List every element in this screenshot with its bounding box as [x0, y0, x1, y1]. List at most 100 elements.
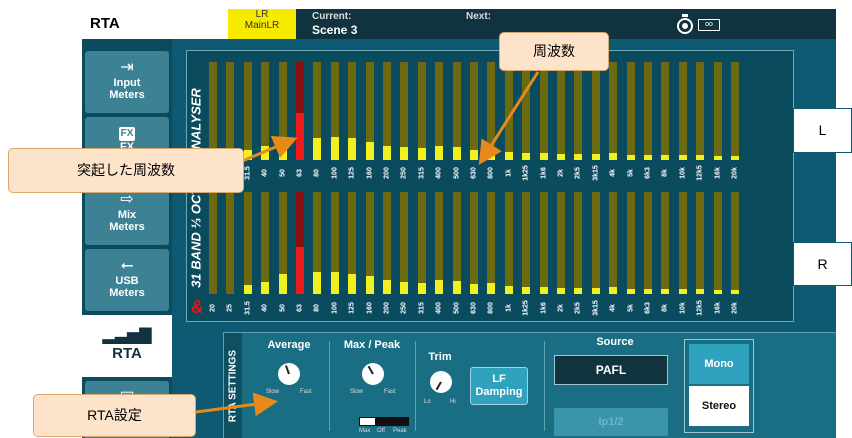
left-meter-level-80 [313, 138, 321, 160]
left-meter-80 [313, 62, 321, 160]
sidebar-item-label: Meters [109, 221, 145, 233]
stereo-button[interactable]: Stereo [689, 386, 749, 426]
right-meter-400 [435, 192, 443, 294]
bus-select-button[interactable]: LR MainLR [228, 9, 296, 39]
right-meter-100 [331, 192, 339, 294]
left-meter-level-16k [714, 156, 722, 160]
peak-frequency-annotation: 突起した周波数 [8, 148, 244, 193]
source-select[interactable]: PAFL [554, 355, 668, 385]
left-meter-25 [226, 62, 234, 160]
left-meter-6k3 [644, 62, 652, 160]
left-meter-level-400 [435, 146, 443, 160]
right-band-label-4k: 4k [609, 304, 617, 312]
switch-max-label: Max [359, 428, 371, 434]
left-meter-level-1k6 [540, 153, 548, 160]
sidebar-item-label: USB [115, 275, 139, 287]
right-meter-25 [226, 192, 234, 294]
battery-icon: oo [698, 19, 720, 31]
trim-hi-label: Hi [450, 399, 456, 405]
left-meter-level-1k25 [522, 153, 530, 160]
right-band-label-250: 250 [400, 302, 408, 314]
left-meter-level-50 [279, 140, 287, 160]
average-slow-label: Slow [266, 389, 280, 395]
right-meter-630 [470, 192, 478, 294]
sidebar-item-rta[interactable]: ▂▃▅▇ RTA [82, 315, 172, 377]
left-band-label-2k5: 2k5 [574, 167, 582, 179]
right-meter-20 [209, 192, 217, 294]
left-meter-125 [348, 62, 356, 160]
right-meter-level-8k [661, 288, 669, 294]
source-sub-button[interactable]: Ip1/2 [554, 408, 668, 436]
right-meter-level-20k [731, 289, 739, 294]
user-lock-icon[interactable] [676, 14, 694, 34]
right-meter-4k [609, 192, 617, 294]
max-off-peak-switch[interactable] [359, 417, 409, 426]
left-meter-500 [453, 62, 461, 160]
right-meter-20k [731, 192, 739, 294]
right-meter-level-2k [557, 287, 565, 294]
right-band-label-25: 25 [226, 304, 234, 312]
bus-line2: MainLR [244, 20, 280, 31]
mix-meters-icon: ⇨ [120, 191, 134, 208]
left-meter-400 [435, 62, 443, 160]
fx-icon: FX [119, 127, 135, 141]
sidebar-item-input-meters[interactable]: ⇥ Input Meters [85, 51, 169, 113]
max-peak-knob[interactable] [362, 363, 384, 385]
right-meter-level-100 [331, 271, 339, 294]
right-meter-level-1k25 [522, 286, 530, 294]
mixer-app: RTA LR MainLR Current: Scene 3 Next: oo … [82, 9, 836, 438]
input-meters-icon: ⇥ [120, 59, 134, 76]
right-meter-2k [557, 192, 565, 294]
next-scene-label: Next: [466, 11, 492, 22]
left-channel-note: L [793, 108, 852, 153]
right-meter-level-250 [400, 281, 408, 294]
left-meter-level-12k5 [696, 155, 704, 160]
trim-knob[interactable] [430, 371, 452, 393]
left-band-label-12k5: 12k5 [696, 165, 704, 181]
left-meter-20k [731, 62, 739, 160]
left-meter-1k6 [540, 62, 548, 160]
sidebar-item-usb-meters[interactable]: ⭠ USB Meters [85, 249, 169, 311]
right-meter-level-5k [627, 288, 635, 294]
left-meter-200 [383, 62, 391, 160]
left-meter-level-2k5 [574, 154, 582, 160]
left-band-label-800: 800 [487, 167, 495, 179]
left-meter-level-100 [331, 137, 339, 160]
left-meter-3k15 [592, 62, 600, 160]
right-meter-10k [679, 192, 687, 294]
left-meter-4k [609, 62, 617, 160]
rta-icon: ▂▃▅▇ [102, 327, 152, 344]
right-meter-level-16k [714, 289, 722, 294]
right-meter-2k5 [574, 192, 582, 294]
right-band-label-12k5: 12k5 [696, 300, 704, 316]
current-scene-label: Current: [312, 11, 352, 22]
left-meter-63 [296, 62, 304, 160]
left-meter-level-31.5 [244, 150, 252, 160]
right-meter-level-3k15 [592, 287, 600, 294]
rta-settings-annotation: RTA設定 [33, 394, 196, 437]
left-meter-5k [627, 62, 635, 160]
left-meter-level-8k [661, 155, 669, 160]
right-meter-level-80 [313, 271, 321, 294]
settings-divider [415, 341, 416, 431]
screen-title-box: RTA [82, 9, 228, 39]
average-knob[interactable] [278, 363, 300, 385]
left-meter-level-1k [505, 152, 513, 160]
left-meter-level-160 [366, 142, 374, 160]
left-meter-2k [557, 62, 565, 160]
left-band-label-80: 80 [313, 169, 321, 177]
settings-divider [329, 341, 330, 431]
left-meter-level-20k [731, 156, 739, 160]
right-meter-315 [418, 192, 426, 294]
right-meter-63 [296, 192, 304, 294]
left-band-label-40: 40 [261, 169, 269, 177]
right-band-label-80: 80 [313, 304, 321, 312]
lf-damping-button[interactable]: LF Damping [470, 367, 528, 405]
right-meter-1k [505, 192, 513, 294]
mono-button[interactable]: Mono [689, 344, 749, 384]
right-meter-1k6 [540, 192, 548, 294]
sidebar-item-label: Mix [117, 209, 137, 221]
right-meter-6k3 [644, 192, 652, 294]
frequency-annotation: 周波数 [499, 32, 609, 71]
right-meter-125 [348, 192, 356, 294]
